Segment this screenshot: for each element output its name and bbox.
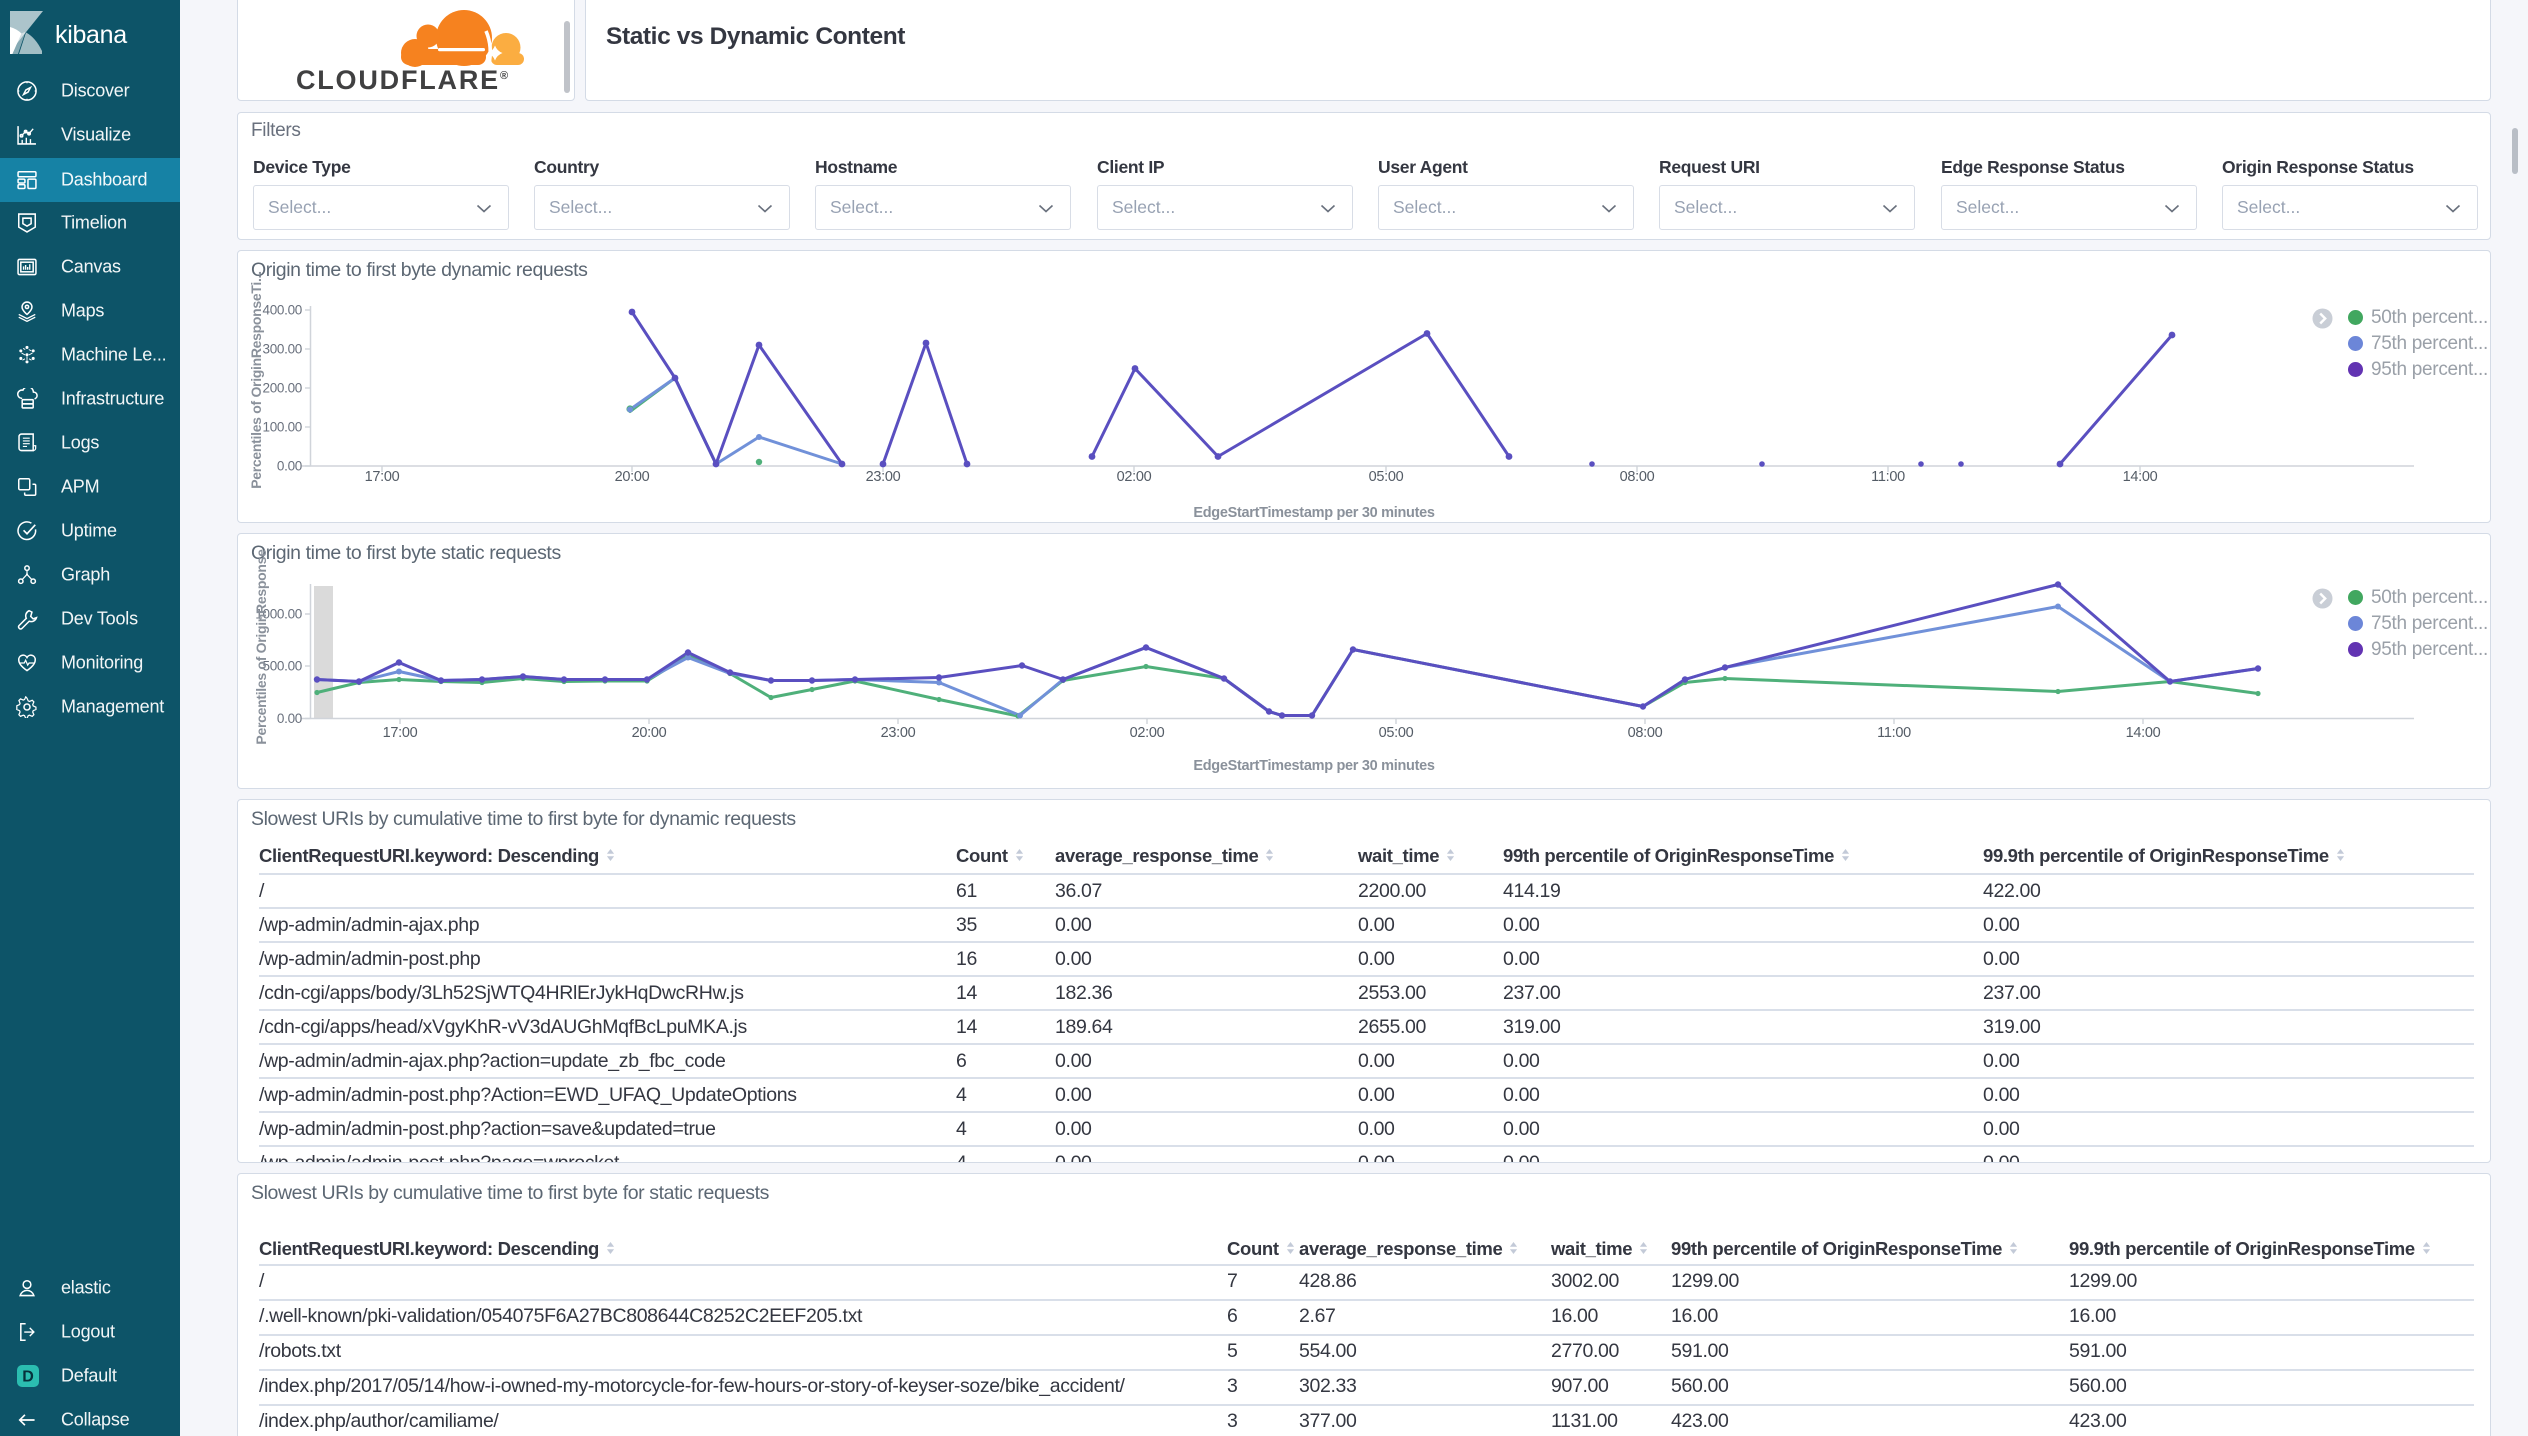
svg-text:D: D [22, 1369, 34, 1386]
svg-text:EdgeStartTimestamp per 30 minu: EdgeStartTimestamp per 30 minutes [1193, 505, 1434, 521]
svg-text:05:00: 05:00 [1369, 469, 1404, 485]
svg-text:200.00: 200.00 [263, 381, 303, 396]
svg-text:23:00: 23:00 [881, 725, 916, 741]
svg-text:08:00: 08:00 [1620, 469, 1655, 485]
svg-text:Percentiles of OriginResponseT: Percentiles of OriginResponseTi... [248, 271, 264, 489]
svg-text:14:00: 14:00 [2126, 725, 2161, 741]
svg-text:17:00: 17:00 [383, 725, 418, 741]
svg-text:05:00: 05:00 [1379, 725, 1414, 741]
svg-text:17:00: 17:00 [365, 469, 400, 485]
svg-text:300.00: 300.00 [263, 342, 303, 357]
svg-text:20:00: 20:00 [632, 725, 667, 741]
svg-text:11:00: 11:00 [1877, 725, 1911, 741]
svg-text:100.00: 100.00 [263, 420, 303, 435]
svg-text:400.00: 400.00 [263, 303, 303, 318]
svg-text:08:00: 08:00 [1628, 725, 1663, 741]
svg-text:20:00: 20:00 [615, 469, 650, 485]
svg-text:0.00: 0.00 [277, 711, 302, 726]
svg-text:02:00: 02:00 [1130, 725, 1165, 741]
svg-text:11:00: 11:00 [1871, 469, 1905, 485]
svg-text:EdgeStartTimestamp per 30 minu: EdgeStartTimestamp per 30 minutes [1193, 758, 1434, 774]
svg-text:02:00: 02:00 [1117, 469, 1152, 485]
svg-text:Percentiles of OriginResponse: Percentiles of OriginResponse [253, 549, 269, 745]
svg-text:0.00: 0.00 [277, 459, 302, 474]
svg-text:14:00: 14:00 [2123, 469, 2158, 485]
svg-text:23:00: 23:00 [866, 469, 901, 485]
